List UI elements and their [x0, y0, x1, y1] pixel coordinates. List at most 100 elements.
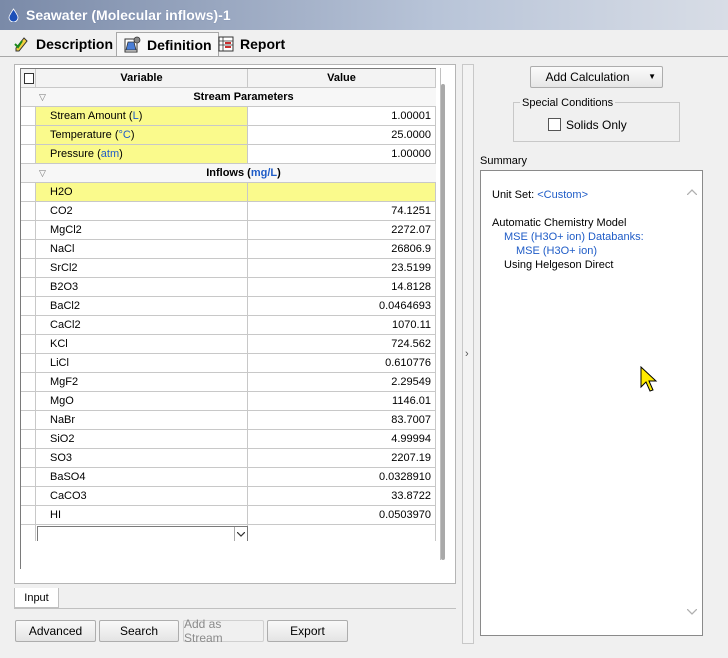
unit-link[interactable]: atm: [101, 148, 119, 160]
scroll-down-icon[interactable]: [686, 604, 698, 618]
species-value-cell[interactable]: 14.8128: [248, 278, 436, 296]
species-name-cell: B2O3: [36, 278, 248, 296]
table-row[interactable]: MgO 1146.01: [21, 392, 436, 411]
table-row[interactable]: SiO2 4.99994: [21, 430, 436, 449]
species-value-cell[interactable]: 33.8722: [248, 487, 436, 505]
species-value-cell[interactable]: 23.5199: [248, 259, 436, 277]
pencil-check-icon: [14, 37, 28, 52]
species-name-cell: H2O: [36, 183, 248, 201]
scroll-up-icon[interactable]: [686, 184, 698, 198]
unit-link[interactable]: L: [133, 110, 139, 122]
species-value-cell[interactable]: 74.1251: [248, 202, 436, 220]
add-as-stream-button[interactable]: Add as Stream: [183, 617, 264, 645]
tab-report[interactable]: Report: [212, 33, 291, 55]
row-selector: [21, 126, 36, 144]
tab-definition[interactable]: Definition: [116, 32, 219, 57]
row-selector: [21, 316, 36, 334]
chevron-right-icon[interactable]: ›: [465, 348, 469, 360]
row-selector: [21, 183, 36, 201]
table-row[interactable]: MgCl2 2272.07: [21, 221, 436, 240]
table-row[interactable]: Temperature (°C) 25.0000: [21, 126, 436, 145]
table-row[interactable]: MgF2 2.29549: [21, 373, 436, 392]
table-row[interactable]: SrCl2 23.5199: [21, 259, 436, 278]
inflows-section[interactable]: ▽ Inflows (mg/L): [21, 164, 436, 183]
species-value-cell[interactable]: 83.7007: [248, 411, 436, 429]
mouse-pointer-icon: [640, 366, 658, 392]
section-title-text: Inflows: [206, 167, 245, 179]
species-value-cell[interactable]: 1070.11: [248, 316, 436, 334]
species-value-cell[interactable]: 4.99994: [248, 430, 436, 448]
section-title: Inflows (mg/L): [206, 167, 281, 179]
value-cell[interactable]: 1.00000: [248, 145, 436, 163]
tab-input[interactable]: Input: [14, 588, 59, 608]
chemistry-model: Automatic Chemistry Model: [492, 217, 627, 229]
unit-link[interactable]: mg/L: [251, 167, 277, 179]
solids-only-label[interactable]: Solids Only: [566, 118, 627, 132]
collapse-triangle-icon[interactable]: ▽: [21, 164, 51, 182]
table-row[interactable]: KCl 724.562: [21, 335, 436, 354]
row-selector: [21, 107, 36, 125]
table-row[interactable]: Stream Amount (L) 1.00001: [21, 107, 436, 126]
dropdown-arrow-icon: ▼: [648, 72, 656, 81]
species-value-cell[interactable]: 26806.9: [248, 240, 436, 258]
species-name-cell: BaSO4: [36, 468, 248, 486]
variable-cell: Stream Amount (L): [36, 107, 248, 125]
collapse-triangle-icon[interactable]: ▽: [21, 88, 51, 106]
species-value-cell[interactable]: 2.29549: [248, 373, 436, 391]
species-value-cell[interactable]: 724.562: [248, 335, 436, 353]
species-name-cell: NaCl: [36, 240, 248, 258]
variable-column-header[interactable]: Variable: [36, 69, 248, 87]
species-value-cell[interactable]: 0.610776: [248, 354, 436, 372]
row-selector: [21, 240, 36, 258]
export-button[interactable]: Export: [267, 620, 348, 642]
table-row[interactable]: CaCl2 1070.11: [21, 316, 436, 335]
inflow-rows: H2O CO2 74.1251 MgCl2 2272.07 NaCl 26806.9 SrCl…: [21, 183, 436, 525]
advanced-button[interactable]: Advanced: [15, 620, 96, 642]
add-calculation-button[interactable]: Add Calculation ▼: [530, 66, 663, 88]
species-value-cell[interactable]: 0.0464693: [248, 297, 436, 315]
row-selector: [21, 373, 36, 391]
species-name-cell: CaCl2: [36, 316, 248, 334]
variable-name: Stream Amount: [50, 110, 126, 122]
table-row[interactable]: NaBr 83.7007: [21, 411, 436, 430]
table-row[interactable]: B2O3 14.8128: [21, 278, 436, 297]
grid-scrollbar-thumb[interactable]: [441, 84, 445, 560]
table-row[interactable]: Pressure (atm) 1.00000: [21, 145, 436, 164]
table-row[interactable]: BaCl2 0.0464693: [21, 297, 436, 316]
tab-divider: [0, 56, 728, 57]
species-combo-input[interactable]: [37, 526, 248, 542]
species-value-cell[interactable]: 1146.01: [248, 392, 436, 410]
table-row[interactable]: SO3 2207.19: [21, 449, 436, 468]
table-row[interactable]: CaCO3 33.8722: [21, 487, 436, 506]
unit-link[interactable]: °C: [119, 129, 131, 141]
tab-description[interactable]: Description: [8, 33, 119, 55]
section-title: Stream Parameters: [193, 91, 294, 103]
stream-parameters-section[interactable]: ▽ Stream Parameters: [21, 88, 436, 107]
table-row[interactable]: BaSO4 0.0328910: [21, 468, 436, 487]
table-row[interactable]: HI 0.0503970: [21, 506, 436, 525]
table-row[interactable]: H2O: [21, 183, 436, 202]
select-all-corner[interactable]: [21, 69, 36, 87]
species-name-cell: KCl: [36, 335, 248, 353]
table-row[interactable]: CO2 74.1251: [21, 202, 436, 221]
chevron-down-icon[interactable]: [234, 527, 247, 541]
search-button[interactable]: Search: [99, 620, 179, 642]
table-row[interactable]: LiCl 0.610776: [21, 354, 436, 373]
value-cell[interactable]: 25.0000: [248, 126, 436, 144]
species-value-cell[interactable]: 0.0503970: [248, 506, 436, 524]
solids-only-checkbox[interactable]: [548, 118, 561, 131]
databank-item-link[interactable]: MSE (H3O+ ion): [492, 244, 644, 258]
value-column-header[interactable]: Value: [248, 69, 436, 87]
species-value-cell[interactable]: [248, 183, 436, 201]
value-cell[interactable]: 1.00001: [248, 107, 436, 125]
species-name-cell: CO2: [36, 202, 248, 220]
species-value-cell[interactable]: 0.0328910: [248, 468, 436, 486]
row-selector: [21, 202, 36, 220]
species-value-cell[interactable]: 2272.07: [248, 221, 436, 239]
table-row[interactable]: NaCl 26806.9: [21, 240, 436, 259]
databanks-link[interactable]: MSE (H3O+ ion) Databanks:: [492, 230, 644, 244]
variable-name: Temperature: [50, 129, 112, 141]
row-selector: [21, 278, 36, 296]
unit-set-link[interactable]: <Custom>: [537, 189, 588, 201]
species-value-cell[interactable]: 2207.19: [248, 449, 436, 467]
